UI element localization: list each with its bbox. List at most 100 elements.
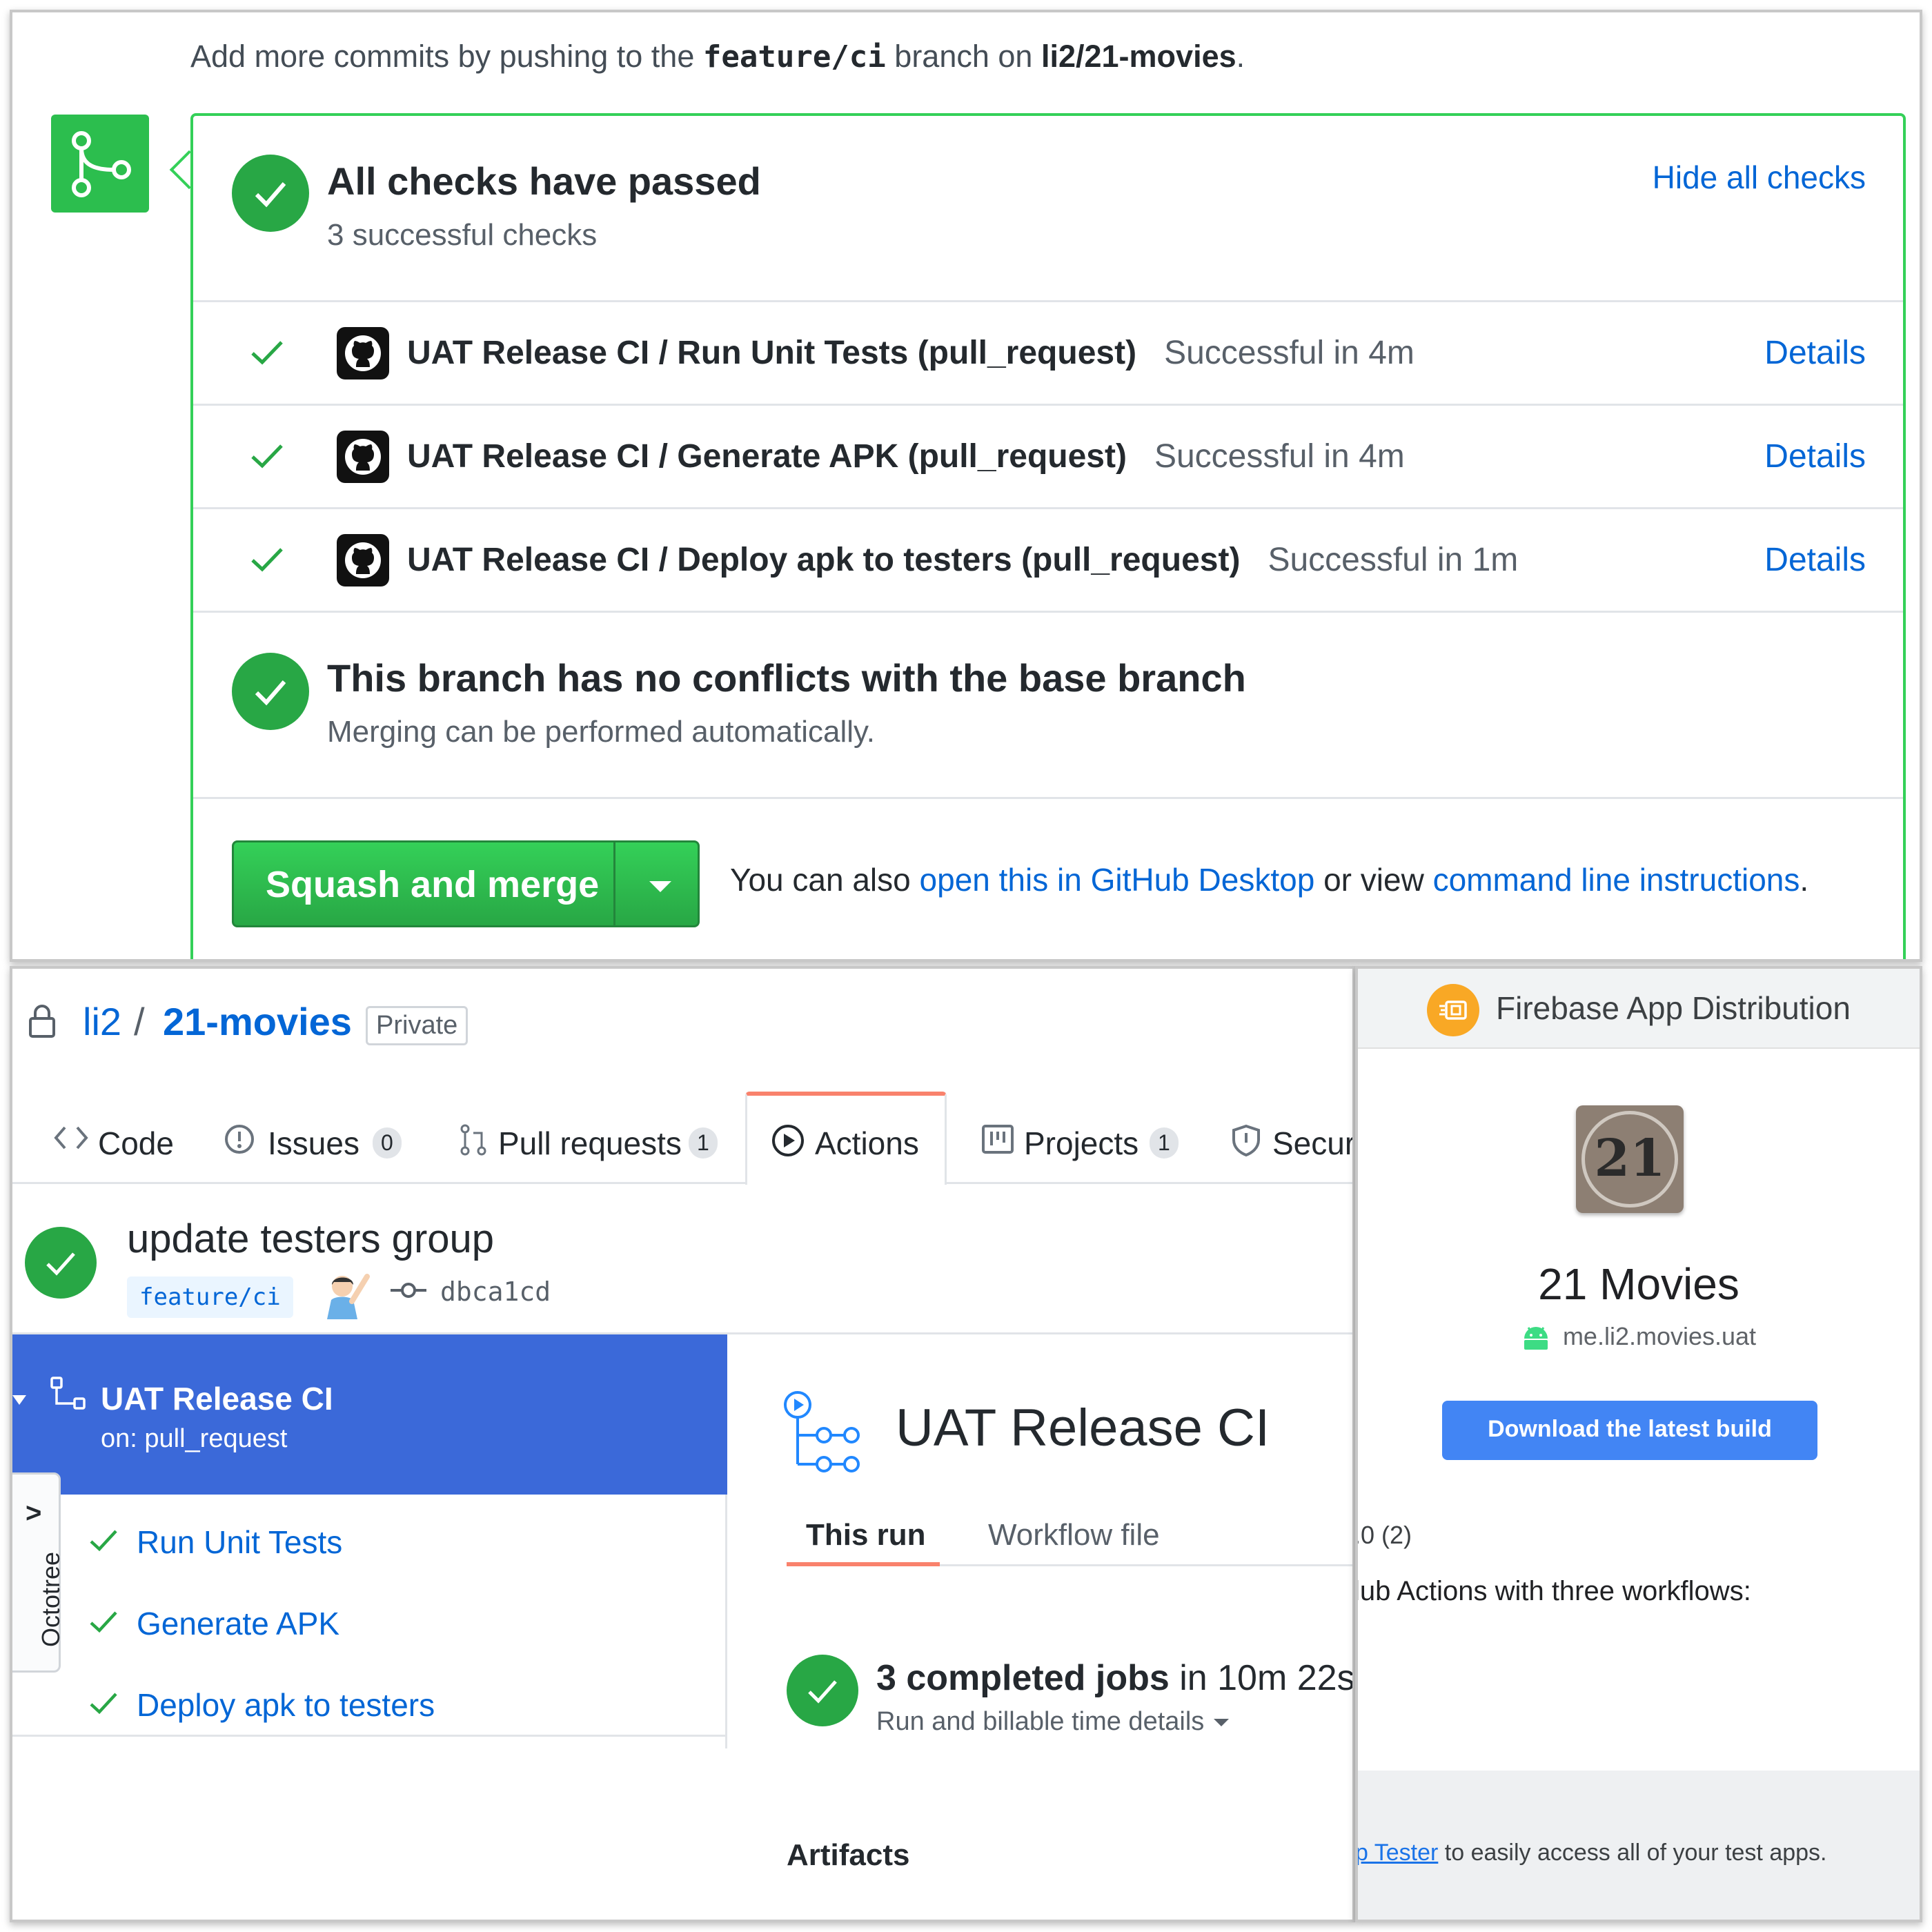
tab-code[interactable]: Code xyxy=(54,1094,185,1184)
jobs-summary-count: 3 completed jobs xyxy=(876,1658,1170,1698)
branch-label[interactable]: feature/ci xyxy=(127,1276,293,1318)
job-label: Run Unit Tests xyxy=(137,1524,343,1560)
merge-options-caret-icon[interactable] xyxy=(649,881,671,892)
job-label: Generate APK xyxy=(137,1606,340,1642)
app-icon: 21 xyxy=(1576,1105,1684,1213)
command-line-instructions-link[interactable]: command line instructions xyxy=(1433,862,1800,898)
projects-count-badge: 1 xyxy=(1150,1127,1179,1159)
workflow-graph-icon xyxy=(784,1391,860,1472)
check-details-link[interactable]: Details xyxy=(1764,334,1866,372)
checks-title: All checks have passed xyxy=(327,159,761,203)
jobs-success-badge xyxy=(787,1655,858,1726)
firebase-header: Firebase App Distribution xyxy=(1358,969,1920,1049)
repo-owner-link[interactable]: li2 xyxy=(83,999,121,1044)
lock-icon xyxy=(29,1005,55,1038)
pull-request-icon xyxy=(460,1124,486,1156)
firebase-header-title: Firebase App Distribution xyxy=(1496,990,1851,1026)
sidebar-item-job[interactable]: Run Unit Tests xyxy=(12,1503,727,1584)
conflicts-section: This branch has no conflicts with the ba… xyxy=(193,613,1903,799)
conflicts-subtitle: Merging can be performed automatically. xyxy=(327,715,876,749)
firebase-footer: p Tester to easily access all of your te… xyxy=(1358,1771,1920,1920)
check-icon xyxy=(90,1611,117,1633)
firebase-app-distribution-panel: Firebase App Distribution 21 21 Movies m… xyxy=(1355,966,1922,1922)
check-name: UAT Release CI / Deploy apk to testers (… xyxy=(407,541,1518,579)
tab-issues-label: Issues xyxy=(268,1125,359,1161)
tab-issues[interactable]: Issues 0 xyxy=(224,1094,417,1184)
tab-actions[interactable]: Actions xyxy=(745,1092,947,1185)
workflow-sidebar: UAT Release CI on: pull_request Run Unit… xyxy=(12,1334,727,1748)
app-package: me.li2.movies.uat xyxy=(1358,1322,1920,1351)
check-row: UAT Release CI / Deploy apk to testers (… xyxy=(193,509,1903,613)
workflow-trigger: on: pull_request xyxy=(101,1424,288,1453)
tab-projects[interactable]: Projects 1 xyxy=(981,1094,1188,1184)
info-prefix: Add more commits by pushing to the xyxy=(190,39,695,74)
download-latest-build-label: Download the latest build xyxy=(1488,1416,1772,1442)
merge-alternatives-text: You can also open this in GitHub Desktop… xyxy=(730,861,1808,898)
tab-this-run[interactable]: This run xyxy=(787,1507,940,1566)
check-icon xyxy=(90,1693,117,1715)
download-latest-build-button[interactable]: Download the latest build xyxy=(1442,1401,1817,1460)
check-name: UAT Release CI / Generate APK (pull_requ… xyxy=(407,437,1405,475)
workflow-run-header: update testers group feature/ci dbca1cd xyxy=(12,1190,1352,1334)
sidebar-item-workflow[interactable]: UAT Release CI on: pull_request xyxy=(12,1334,727,1495)
open-github-desktop-link[interactable]: open this in GitHub Desktop xyxy=(920,862,1315,898)
code-icon xyxy=(54,1126,88,1150)
check-status: Successful in 1m xyxy=(1268,542,1519,578)
check-status: Successful in 4m xyxy=(1154,438,1405,475)
expand-triangle-icon[interactable] xyxy=(12,1395,26,1405)
avatar xyxy=(327,1274,370,1319)
release-version: .0 (2) xyxy=(1355,1521,1412,1549)
repo-name-link[interactable]: 21-movies xyxy=(163,999,352,1044)
check-details-link[interactable]: Details xyxy=(1764,437,1866,475)
check-row: UAT Release CI / Run Unit Tests (pull_re… xyxy=(193,302,1903,406)
check-name-text: UAT Release CI / Run Unit Tests (pull_re… xyxy=(407,335,1137,371)
release-notes: lub Actions with three workflows: xyxy=(1355,1576,1751,1606)
tab-code-label: Code xyxy=(98,1125,174,1161)
jobs-summary: 3 completed jobs in 10m 22s xyxy=(876,1657,1352,1699)
octotree-toggle[interactable]: > Octotree xyxy=(12,1472,65,1673)
check-icon xyxy=(251,341,283,365)
info-branch-name: feature/ci xyxy=(702,39,886,75)
git-merge-icon xyxy=(72,131,131,197)
check-icon xyxy=(808,1680,837,1704)
app-tester-link[interactable]: p Tester xyxy=(1358,1840,1438,1866)
tab-workflow-file[interactable]: Workflow file xyxy=(988,1518,1160,1552)
hide-all-checks-link[interactable]: Hide all checks xyxy=(1653,159,1866,196)
conflicts-title: This branch has no conflicts with the ba… xyxy=(327,656,1246,700)
squash-and-merge-label: Squash and merge xyxy=(266,864,600,905)
sidebar-item-job[interactable]: Generate APK xyxy=(12,1584,727,1666)
tab-pull-requests[interactable]: Pull requests 1 xyxy=(458,1094,734,1184)
tab-security[interactable]: Securi xyxy=(1231,1094,1352,1184)
issues-count-badge: 0 xyxy=(373,1127,402,1159)
merge-status-badge xyxy=(51,115,149,213)
check-name-text: UAT Release CI / Generate APK (pull_requ… xyxy=(407,438,1127,475)
check-row: UAT Release CI / Generate APK (pull_requ… xyxy=(193,406,1903,509)
info-repo-name: li2/21-movies xyxy=(1041,39,1236,74)
billable-time-toggle[interactable]: Run and billable time details xyxy=(876,1707,1230,1737)
commit-sha[interactable]: dbca1cd xyxy=(440,1276,551,1307)
run-success-badge xyxy=(25,1227,97,1299)
check-name-text: UAT Release CI / Deploy apk to testers (… xyxy=(407,542,1241,578)
check-icon xyxy=(251,444,283,469)
artifacts-heading: Artifacts xyxy=(787,1838,910,1872)
github-actions-panel: li2 / 21-movies Private Code Issues 0 Pu… xyxy=(10,966,1355,1922)
repo-tab-bar: Code Issues 0 Pull requests 1 Actions Pr… xyxy=(12,1092,1352,1185)
git-commit-icon xyxy=(391,1283,426,1298)
alt-prefix: You can also xyxy=(730,862,911,898)
check-icon xyxy=(90,1530,117,1552)
play-icon xyxy=(772,1125,804,1156)
checks-passed-badge xyxy=(232,155,309,232)
footer-rest-text: to easily access all of your test apps. xyxy=(1438,1840,1827,1866)
billable-time-label: Run and billable time details xyxy=(876,1707,1205,1736)
check-details-link[interactable]: Details xyxy=(1764,541,1866,579)
squash-and-merge-button[interactable]: Squash and merge xyxy=(232,840,700,927)
checks-subtitle: 3 successful checks xyxy=(327,218,598,252)
firebase-app-distribution-icon xyxy=(1427,984,1479,1036)
no-conflicts-badge xyxy=(232,653,309,730)
github-logo-icon xyxy=(337,534,389,586)
github-logo-icon xyxy=(337,327,389,379)
info-suffix: . xyxy=(1236,39,1245,74)
merge-box: All checks have passed 3 successful chec… xyxy=(190,113,1906,959)
tab-projects-label: Projects xyxy=(1024,1125,1139,1161)
checks-summary: All checks have passed 3 successful chec… xyxy=(193,116,1903,302)
